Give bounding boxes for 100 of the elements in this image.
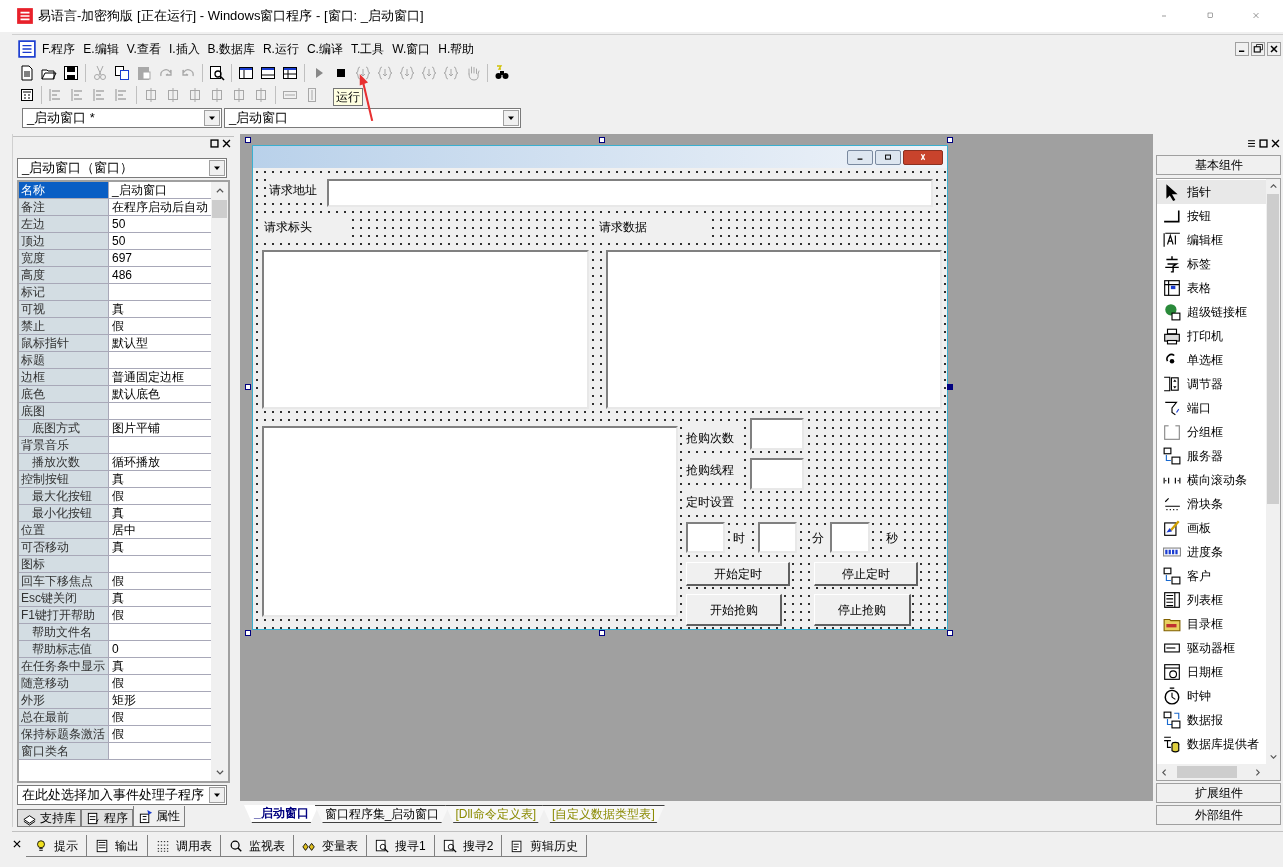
panel-tab[interactable]: 支持库 — [17, 809, 81, 827]
input-field[interactable] — [750, 458, 804, 490]
center-vertical-icon[interactable] — [165, 87, 181, 103]
layout-top-icon[interactable] — [260, 65, 276, 81]
panel-tab[interactable]: 监视表 — [221, 835, 294, 857]
property-value[interactable]: 真 — [109, 657, 211, 674]
menu-item[interactable]: V.查看 — [122, 39, 165, 58]
resize-handle[interactable] — [947, 630, 953, 636]
menu-icon[interactable] — [1246, 137, 1257, 149]
panel-tab[interactable]: 调用表 — [148, 835, 221, 857]
property-value[interactable]: 矩形 — [109, 691, 211, 708]
scrollbar-thumb[interactable] — [212, 199, 227, 218]
panel-tab[interactable]: 输出 — [87, 835, 148, 857]
input-field[interactable] — [686, 522, 725, 553]
scroll-right-icon[interactable] — [1253, 767, 1262, 777]
property-value[interactable]: 默认型 — [109, 334, 211, 351]
maximize-icon[interactable] — [1258, 137, 1269, 149]
resize-handle[interactable] — [245, 630, 251, 636]
layout-grid-icon[interactable] — [282, 65, 298, 81]
property-value[interactable]: 50 — [109, 215, 211, 232]
menu-item[interactable]: T.工具 — [346, 39, 389, 58]
panel-tab[interactable]: 变量表 — [294, 835, 367, 857]
close-icon[interactable] — [221, 137, 232, 149]
scroll-down-icon[interactable] — [214, 767, 225, 777]
menu-item[interactable]: R.运行 — [258, 39, 303, 58]
resize-handle[interactable] — [599, 137, 605, 143]
layout-left-icon[interactable] — [238, 65, 254, 81]
property-value[interactable]: 普通固定边框 — [109, 368, 211, 385]
menu-item[interactable]: E.编辑 — [79, 39, 123, 58]
panel-tab[interactable]: 搜寻1 — [367, 835, 435, 857]
scrollbar-thumb[interactable] — [1177, 766, 1237, 778]
property-value[interactable]: 假 — [109, 674, 211, 691]
restore-icon[interactable] — [1251, 41, 1265, 56]
menu-item[interactable]: W.窗口 — [388, 39, 435, 58]
panel-tab[interactable]: 提示 — [26, 835, 87, 857]
document-tab[interactable]: 窗口程序集_启动窗口 — [314, 805, 450, 823]
hand-icon[interactable] — [465, 65, 481, 81]
property-value[interactable]: 真 — [109, 504, 211, 521]
minimize-icon[interactable] — [1235, 41, 1249, 56]
property-value[interactable]: 假 — [109, 487, 211, 504]
property-value[interactable]: 循环播放 — [109, 453, 211, 470]
menu-item[interactable]: I.插入 — [164, 39, 204, 58]
property-value[interactable]: 50 — [109, 232, 211, 249]
form-layout-icon[interactable] — [19, 87, 35, 103]
maximize-icon[interactable] — [209, 137, 220, 149]
preview-icon[interactable] — [209, 65, 225, 81]
scroll-up-icon[interactable] — [1268, 182, 1278, 191]
paste-icon[interactable] — [136, 65, 152, 81]
close-icon[interactable] — [12, 839, 22, 849]
property-value[interactable]: 真 — [109, 589, 211, 606]
scroll-down-icon[interactable] — [1268, 752, 1278, 761]
document-tab[interactable]: _启动窗口 — [244, 805, 319, 823]
button[interactable]: 停止抢购 — [814, 594, 911, 626]
resize-handle[interactable] — [245, 384, 251, 390]
button[interactable]: 开始定时 — [686, 562, 790, 586]
new-file-icon[interactable] — [19, 65, 35, 81]
input-field[interactable] — [750, 418, 804, 450]
input-field[interactable] — [830, 522, 870, 553]
property-value[interactable]: 假 — [109, 317, 211, 334]
panel-tab[interactable]: 程序 — [81, 809, 133, 827]
property-value[interactable]: 真 — [109, 538, 211, 555]
binoculars-icon[interactable] — [494, 65, 510, 81]
scrollbar[interactable] — [1157, 764, 1280, 780]
save-icon[interactable] — [63, 65, 79, 81]
scrollbar[interactable] — [1266, 179, 1280, 764]
property-value[interactable]: 0 — [109, 640, 211, 657]
copy-icon[interactable] — [114, 65, 130, 81]
menu-item[interactable]: B.数据库 — [203, 39, 259, 58]
space-across-icon[interactable] — [209, 87, 225, 103]
property-value[interactable]: 真 — [109, 470, 211, 487]
document-tab[interactable]: [自定义数据类型表] — [542, 805, 665, 823]
close-icon[interactable] — [903, 149, 943, 165]
property-value[interactable]: 默认底色 — [109, 385, 211, 402]
button[interactable]: 开始抢购 — [686, 594, 782, 626]
spread-icon[interactable] — [253, 87, 269, 103]
close-icon[interactable] — [1267, 41, 1281, 56]
step-icon[interactable] — [355, 65, 371, 81]
input-field[interactable] — [327, 179, 933, 207]
maximize-icon[interactable] — [875, 149, 901, 165]
object-selector[interactable]: _启动窗口 * — [22, 108, 222, 128]
property-name[interactable]: 名称 — [19, 181, 109, 198]
property-value[interactable]: 居中 — [109, 521, 211, 538]
input-field[interactable] — [758, 522, 797, 553]
property-value[interactable]: 486 — [109, 266, 211, 283]
panel-tab[interactable]: 属性 — [133, 806, 185, 827]
scrollbar-thumb[interactable] — [1267, 194, 1279, 504]
category-button[interactable]: 扩展组件 — [1156, 783, 1281, 803]
event-selector[interactable]: 在此处选择加入事件处理子程序 — [17, 785, 227, 805]
component-item[interactable]: 指针 — [1157, 180, 1266, 204]
resize-handle[interactable] — [947, 384, 953, 390]
object-selector[interactable]: _启动窗口 — [224, 108, 521, 128]
resize-handle[interactable] — [245, 137, 251, 143]
panel-tab[interactable]: 搜寻2 — [434, 835, 503, 857]
property-value[interactable]: 真 — [109, 300, 211, 317]
object-type-selector[interactable]: _启动窗口（窗口） — [17, 157, 227, 178]
center-horizontal-icon[interactable] — [143, 87, 159, 103]
menu-item[interactable]: H.帮助 — [434, 39, 479, 58]
resize-handle[interactable] — [599, 630, 605, 636]
property-value[interactable]: 假 — [109, 572, 211, 589]
space-even-icon[interactable] — [187, 87, 203, 103]
